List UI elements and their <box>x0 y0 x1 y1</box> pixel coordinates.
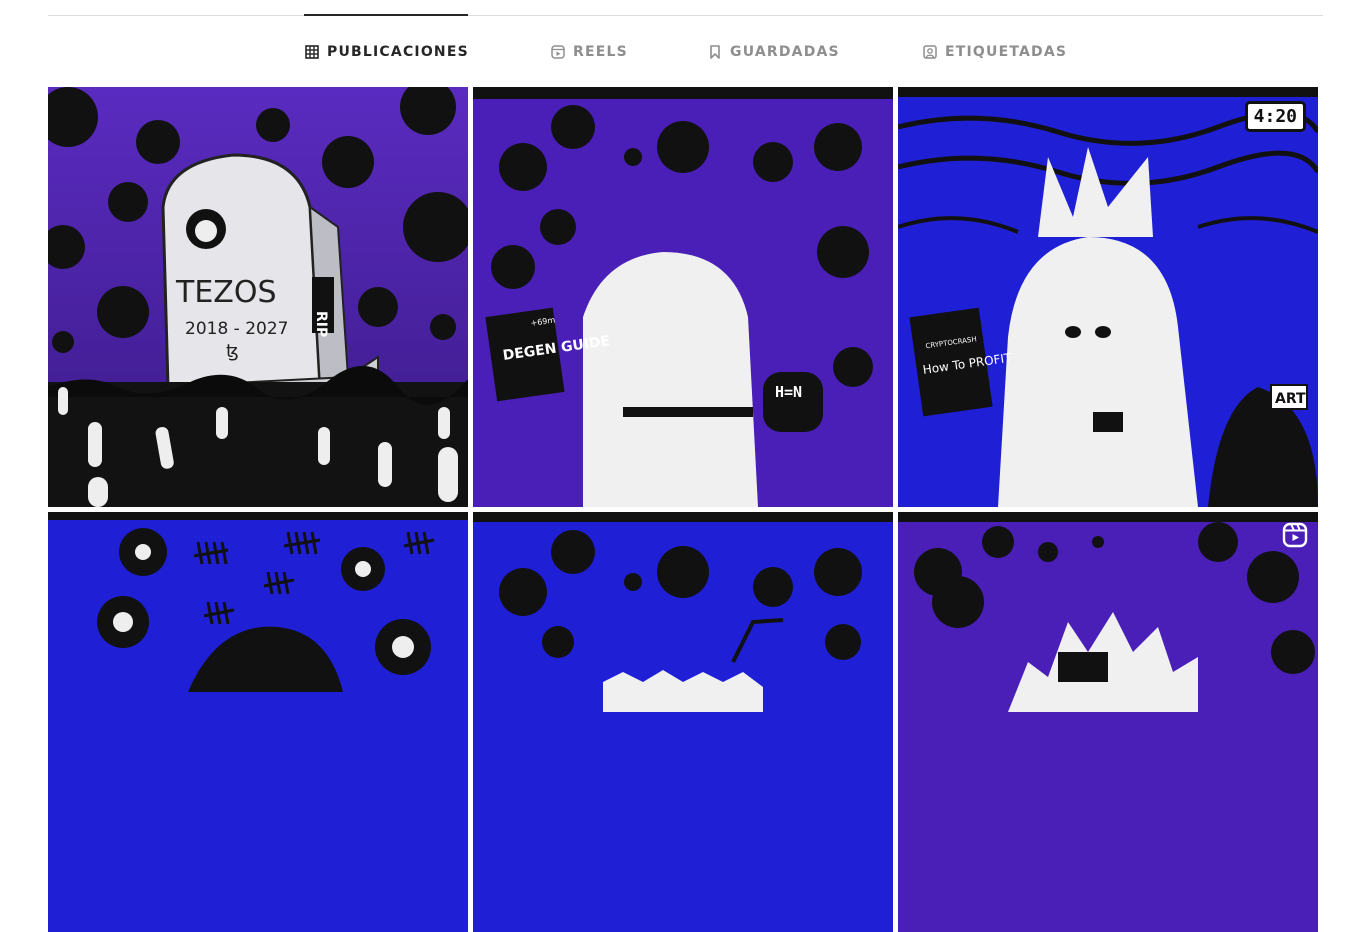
tab-label: REELS <box>573 44 628 60</box>
post-thumbnail[interactable]: DEGEN GUIDE +69m H=N <box>473 87 893 507</box>
tab-label: PUBLICACIONES <box>327 44 469 60</box>
tab-reels[interactable]: REELS <box>551 42 628 62</box>
tombstone-rip: RIP <box>313 311 329 337</box>
tabs-divider <box>48 15 1323 16</box>
sign-text: H=N <box>775 383 802 401</box>
tab-guardadas[interactable]: GUARDADAS <box>708 42 840 62</box>
post-thumbnail[interactable]: CRYPTOCRASH How To PROFIT ART 4:20 <box>898 87 1318 507</box>
sign-text: ART <box>1275 391 1306 407</box>
tab-etiquetadas[interactable]: ETIQUETADAS <box>923 42 1067 62</box>
post-thumbnail[interactable] <box>48 512 468 932</box>
grid-icon <box>305 45 319 59</box>
active-tab-indicator <box>304 14 468 16</box>
post-image <box>48 512 468 932</box>
tezos-glyph: ꜩ <box>226 341 239 362</box>
tab-label: ETIQUETADAS <box>945 44 1068 60</box>
post-image: TEZOS 2018 - 2027 ꜩ RIP <box>48 87 468 507</box>
bookmark-icon <box>708 45 722 59</box>
tagged-icon <box>923 45 937 59</box>
reel-icon <box>1282 522 1308 548</box>
time-badge: 4:20 <box>1244 101 1306 132</box>
tab-publicaciones[interactable]: PUBLICACIONES <box>305 42 469 62</box>
post-image <box>898 512 1318 932</box>
tombstone-title: TEZOS <box>175 275 277 310</box>
tab-label: GUARDADAS <box>730 44 840 60</box>
reels-icon <box>551 45 565 59</box>
post-image: CRYPTOCRASH How To PROFIT ART <box>898 87 1318 507</box>
post-thumbnail[interactable] <box>473 512 893 932</box>
post-image <box>473 512 893 932</box>
tombstone-dates: 2018 - 2027 <box>185 319 288 339</box>
post-thumbnail[interactable] <box>898 512 1318 932</box>
post-thumbnail[interactable]: TEZOS 2018 - 2027 ꜩ RIP <box>48 87 468 507</box>
post-image: DEGEN GUIDE +69m H=N <box>473 87 893 507</box>
